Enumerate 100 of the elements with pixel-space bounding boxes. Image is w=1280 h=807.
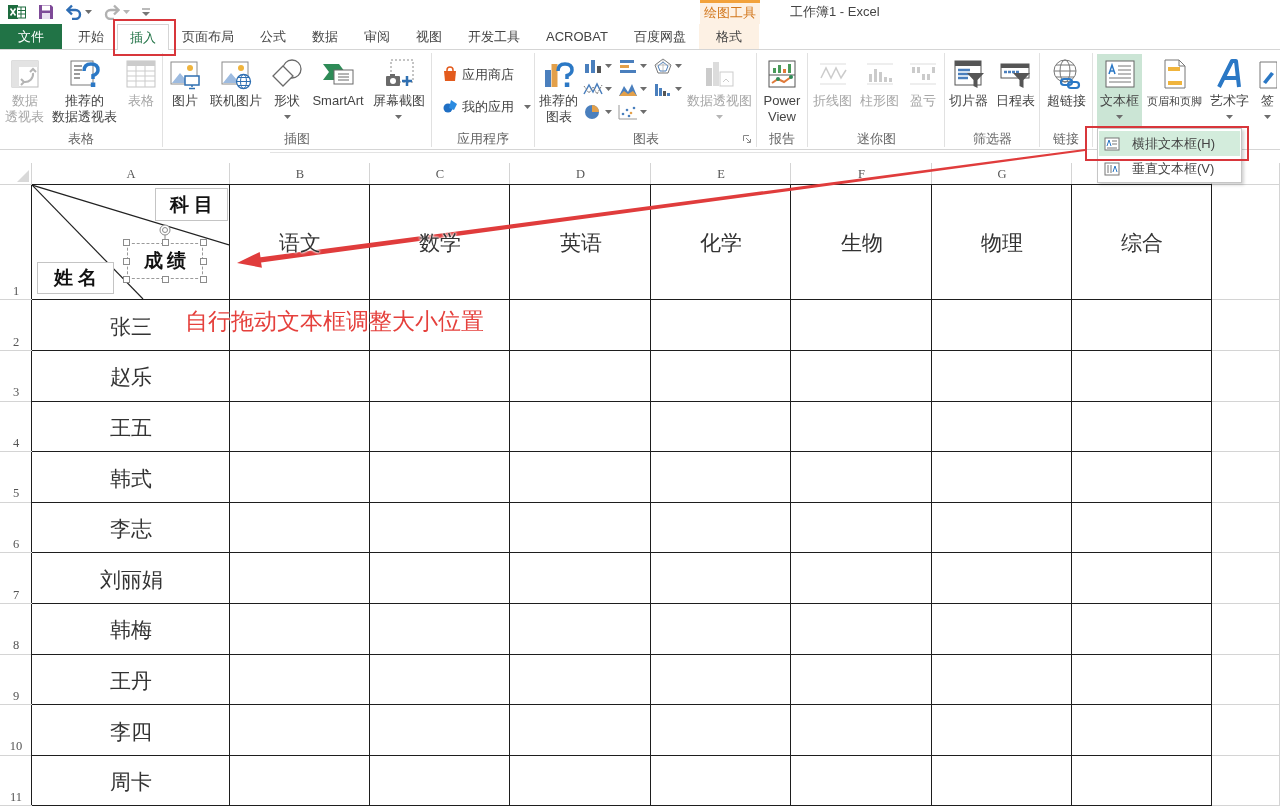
cell-text: 李志 xyxy=(110,516,152,544)
picture-globe-icon xyxy=(220,58,253,90)
ribbon-button[interactable]: 日程表 xyxy=(992,54,1038,128)
ribbon-button[interactable]: 我的应用 xyxy=(442,97,531,117)
row-header[interactable]: 8 xyxy=(0,603,32,655)
ribbon-tab[interactable]: 百度网盘 xyxy=(620,24,699,49)
resize-handle-icon[interactable] xyxy=(123,276,130,283)
row-header[interactable]: 3 xyxy=(0,350,32,402)
ribbon-button[interactable]: 文本框 xyxy=(1097,54,1142,128)
row-header[interactable]: 1 xyxy=(0,185,32,300)
resize-handle-icon[interactable] xyxy=(123,239,130,246)
ribbon-tab[interactable]: 格式 xyxy=(698,24,759,49)
chart-type-button[interactable] xyxy=(652,56,683,76)
resize-handle-icon[interactable] xyxy=(123,257,130,265)
ribbon-button[interactable]: 推荐的 图表 xyxy=(536,54,582,128)
cell-text: 语文 xyxy=(279,229,321,257)
group-label: 表格 xyxy=(68,130,94,147)
ribbon-button[interactable]: 推荐的 数据透视表 xyxy=(49,54,120,128)
radar-chart-icon xyxy=(652,58,673,74)
ribbon-button[interactable]: 形状 xyxy=(268,54,307,128)
ribbon-tab[interactable]: 插入 xyxy=(117,24,169,50)
cell-text: 王丹 xyxy=(110,667,152,695)
text-box[interactable]: 成 绩 xyxy=(127,243,203,279)
table-arrows-icon xyxy=(8,58,41,90)
ribbon-button[interactable]: 超链接 xyxy=(1043,54,1089,128)
resize-handle-icon[interactable] xyxy=(200,257,207,265)
row-header[interactable]: 2 xyxy=(0,300,32,351)
ribbon-button[interactable]: 切片器 xyxy=(946,54,992,128)
bar-caret-icon[interactable] xyxy=(142,7,150,17)
text-frame-icon xyxy=(1104,136,1120,151)
column-header[interactable]: A xyxy=(32,163,230,185)
ribbon-tab[interactable]: 视图 xyxy=(403,24,455,49)
cell-text: 综合 xyxy=(1121,229,1163,257)
text-frame-icon xyxy=(1103,58,1136,90)
resize-handle-icon[interactable] xyxy=(200,239,207,246)
chart-type-button[interactable] xyxy=(582,102,613,122)
menu-item[interactable]: 垂直文本框(V) xyxy=(1099,156,1240,181)
bar-chart-icon xyxy=(617,58,638,74)
row-header[interactable]: 4 xyxy=(0,401,32,452)
ribbon-tab[interactable]: 页面布局 xyxy=(169,24,247,49)
resize-handle-icon[interactable] xyxy=(161,239,169,246)
ribbon-tab[interactable]: 开始 xyxy=(65,24,117,49)
caret-icon[interactable] xyxy=(85,10,92,14)
resize-handle-icon[interactable] xyxy=(161,276,169,283)
column-header[interactable]: G xyxy=(932,163,1072,185)
cell-text: 韩梅 xyxy=(110,617,152,645)
cell-text: 刘丽娟 xyxy=(99,566,163,594)
corner-arrow-icon[interactable] xyxy=(743,134,751,143)
column-header[interactable]: C xyxy=(370,163,510,185)
row-header[interactable]: 9 xyxy=(0,654,32,705)
ribbon-button[interactable]: 联机图片 xyxy=(207,54,266,128)
ribbon-button[interactable]: 页眉和页脚 xyxy=(1144,54,1205,128)
rotate-handle-icon[interactable] xyxy=(159,224,171,239)
menu-item[interactable]: 横排文本框(H) xyxy=(1099,131,1240,156)
scatter-chart-icon xyxy=(617,104,638,120)
text-box[interactable]: 科 目 xyxy=(155,188,228,221)
line-chart-icon xyxy=(582,81,603,97)
ribbon-tab[interactable]: 数据 xyxy=(299,24,351,49)
group-label: 迷你图 xyxy=(856,130,896,147)
caret-icon xyxy=(1263,115,1271,119)
column-header[interactable]: E xyxy=(651,163,791,185)
caret-icon xyxy=(1226,115,1233,119)
ribbon-button[interactable]: 屏幕截图 xyxy=(369,54,428,128)
resize-handle-icon[interactable] xyxy=(200,276,207,283)
ribbon-button[interactable]: SmartArt xyxy=(309,54,367,128)
cell-text: 王五 xyxy=(110,415,152,442)
ribbon-button[interactable]: Power View xyxy=(760,54,804,128)
column-chart-icon xyxy=(582,58,603,74)
row-header[interactable]: 5 xyxy=(0,451,32,503)
caret-icon xyxy=(524,105,531,109)
ribbon-tab[interactable]: 审阅 xyxy=(351,24,403,49)
text-box[interactable]: 姓 名 xyxy=(37,262,114,294)
row-header[interactable]: 10 xyxy=(0,704,32,756)
row-header[interactable]: 7 xyxy=(0,552,32,604)
caret-icon xyxy=(715,115,723,119)
ribbon-tab[interactable]: 公式 xyxy=(247,24,299,49)
cell-text: 张三 xyxy=(110,313,152,341)
caret-icon xyxy=(283,115,291,119)
cell-text: 英语 xyxy=(559,229,602,257)
column-header[interactable]: D xyxy=(510,163,651,185)
shopping-bag-icon xyxy=(442,65,458,82)
cell-text: 李四 xyxy=(110,718,152,746)
curved-left-arrow-icon[interactable] xyxy=(66,4,82,20)
ribbon-button[interactable]: 艺术字 xyxy=(1207,54,1252,128)
row-header[interactable]: 11 xyxy=(0,755,32,806)
ribbon-tab[interactable]: ACROBAT xyxy=(533,24,621,49)
chart-type-button[interactable] xyxy=(617,102,648,122)
ribbon-button[interactable]: 应用商店 xyxy=(442,65,514,85)
column-header[interactable]: F xyxy=(791,163,932,185)
ribbon-button[interactable]: 签 xyxy=(1254,54,1280,128)
column-header[interactable]: B xyxy=(230,163,370,185)
cell-text: 化学 xyxy=(700,229,742,257)
ribbon-button[interactable]: 图片 xyxy=(166,54,205,128)
ribbon-tab[interactable]: 开发工具 xyxy=(455,24,533,49)
group-label: 筛选器 xyxy=(972,130,1012,147)
chart-card-icon xyxy=(766,58,798,90)
highlight-frame xyxy=(113,19,176,56)
group-label: 链接 xyxy=(1053,130,1079,147)
row-header[interactable]: 6 xyxy=(0,502,32,553)
ribbon-tab[interactable]: 文件 xyxy=(0,24,62,49)
